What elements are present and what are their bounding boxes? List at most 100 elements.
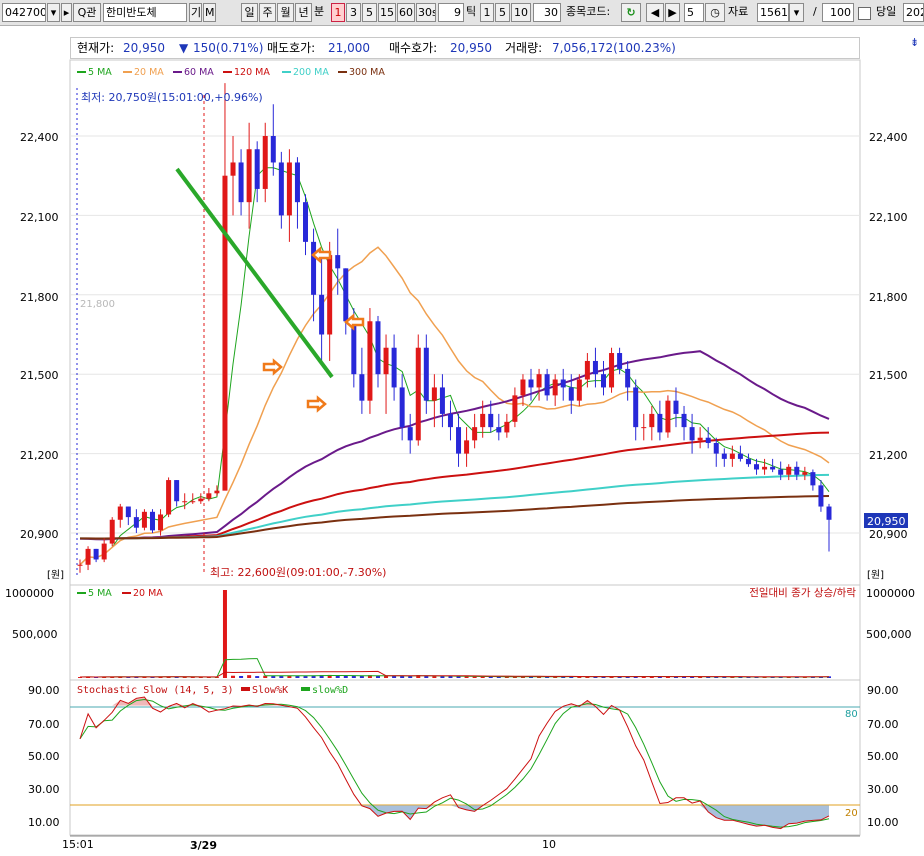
volume-note: 전일대비 종가 상승/하락: [749, 586, 856, 599]
price-tick-left: 22,400: [20, 131, 59, 144]
price-tick-right: 21,500: [869, 369, 908, 382]
candle-body: [456, 427, 462, 454]
candle-body: [762, 466, 768, 470]
candle-body: [158, 514, 164, 531]
candle-body: [818, 485, 824, 507]
volume-bar: [392, 675, 397, 678]
price-unit-label: [원]: [47, 569, 64, 581]
candle-body: [214, 490, 220, 494]
stock-chart[interactable]: 5 MA 20 MA 60 MA 120 MA 200 MA 300 MA 최저…: [0, 0, 924, 856]
candle-body: [222, 175, 228, 491]
volume-tick-right: 1000000: [866, 587, 915, 600]
candle-body: [166, 480, 172, 515]
candle-body: [447, 413, 453, 428]
candle-body: [488, 413, 494, 428]
candle-body: [633, 387, 639, 428]
candle-body: [117, 506, 123, 520]
price-panel: [69, 59, 861, 586]
legend-ma200: 200 MA: [293, 67, 329, 78]
candle-body: [721, 453, 727, 459]
candle-body: [649, 413, 655, 428]
high-annotation: 최고: 22,600원(09:01:00,-7.30%): [210, 566, 386, 579]
candle-body: [826, 506, 832, 520]
candle-body: [552, 379, 558, 396]
candle-body: [512, 395, 518, 422]
candle-body: [705, 437, 711, 444]
candle-body: [641, 427, 647, 429]
candle-body: [584, 360, 590, 380]
price-tick-left: 22,100: [20, 211, 59, 224]
price-tick-right: 21,200: [869, 449, 908, 462]
candle-body: [101, 543, 107, 560]
stochastic-d-legend: slow%D: [312, 685, 348, 696]
candle-body: [230, 162, 236, 176]
candle-body: [343, 268, 349, 322]
volume-panel: [69, 584, 861, 681]
candle-body: [286, 162, 292, 216]
legend-ma300: 300 MA: [349, 67, 385, 78]
candle-body: [665, 400, 671, 433]
stoch-upper-label: 80: [845, 709, 858, 720]
price-tick-right: 22,100: [869, 211, 908, 224]
x-axis-label-start: 15:01: [62, 838, 94, 851]
price-tick-left: 21,200: [20, 449, 59, 462]
candle-body: [568, 387, 574, 401]
candle-body: [713, 443, 719, 454]
volume-bar: [359, 675, 364, 678]
candle-body: [496, 427, 502, 433]
candle-body: [592, 360, 598, 375]
candle-body: [520, 379, 526, 396]
candle-body: [198, 498, 204, 502]
volume-bar: [440, 676, 445, 678]
candle-body: [472, 427, 478, 441]
candle-body: [93, 548, 99, 560]
volume-bar: [408, 676, 413, 678]
candle-body: [141, 511, 147, 528]
candle-body: [174, 480, 180, 502]
candle-body: [149, 511, 155, 531]
candle-body: [77, 564, 83, 566]
price-tick-left: 20,900: [20, 528, 59, 541]
candle-body: [657, 413, 663, 433]
stoch-tick-right: 50.00: [867, 750, 899, 763]
candle-body: [407, 427, 413, 441]
candle-body: [810, 472, 816, 486]
volume-bar: [343, 675, 348, 678]
legend-ma5: 5 MA: [88, 67, 112, 78]
candle-body: [673, 400, 679, 414]
price-tick-left: 21,800: [20, 291, 59, 304]
stoch-tick-right: 10.00: [867, 816, 899, 829]
candle-body: [125, 506, 131, 518]
candle-body: [415, 347, 421, 441]
candle-body: [786, 466, 792, 475]
candle-body: [754, 464, 760, 470]
candle-body: [383, 347, 389, 375]
candle-body: [278, 162, 284, 216]
candle-body: [528, 379, 534, 388]
stochastic-k-legend: Slow%K: [252, 685, 288, 696]
volume-bar: [222, 590, 227, 678]
candle-body: [359, 374, 365, 401]
candle-body: [85, 548, 91, 565]
volume-legend-ma5: 5 MA: [88, 588, 112, 599]
stoch-tick-left: 10.00: [28, 816, 60, 829]
candle-body: [617, 353, 623, 369]
volume-tick-right: 500,000: [866, 628, 912, 641]
x-axis-label-date: 3/29: [190, 839, 217, 852]
legend-ma120: 120 MA: [234, 67, 270, 78]
candle-body: [254, 149, 260, 189]
volume-bar: [255, 676, 260, 678]
candle-body: [778, 469, 784, 475]
price-tick-right: 21,800: [869, 291, 908, 304]
x-axis-label-ten: 10: [542, 838, 556, 851]
stoch-tick-left: 50.00: [28, 750, 60, 763]
candle-body: [109, 519, 115, 544]
candle-body: [133, 517, 139, 528]
candle-body: [319, 294, 325, 335]
candle-body: [802, 472, 808, 475]
candle-body: [576, 379, 582, 401]
candle-body: [335, 255, 341, 269]
candle-body: [770, 466, 776, 470]
candle-body: [238, 162, 244, 203]
candle-body: [609, 353, 615, 388]
